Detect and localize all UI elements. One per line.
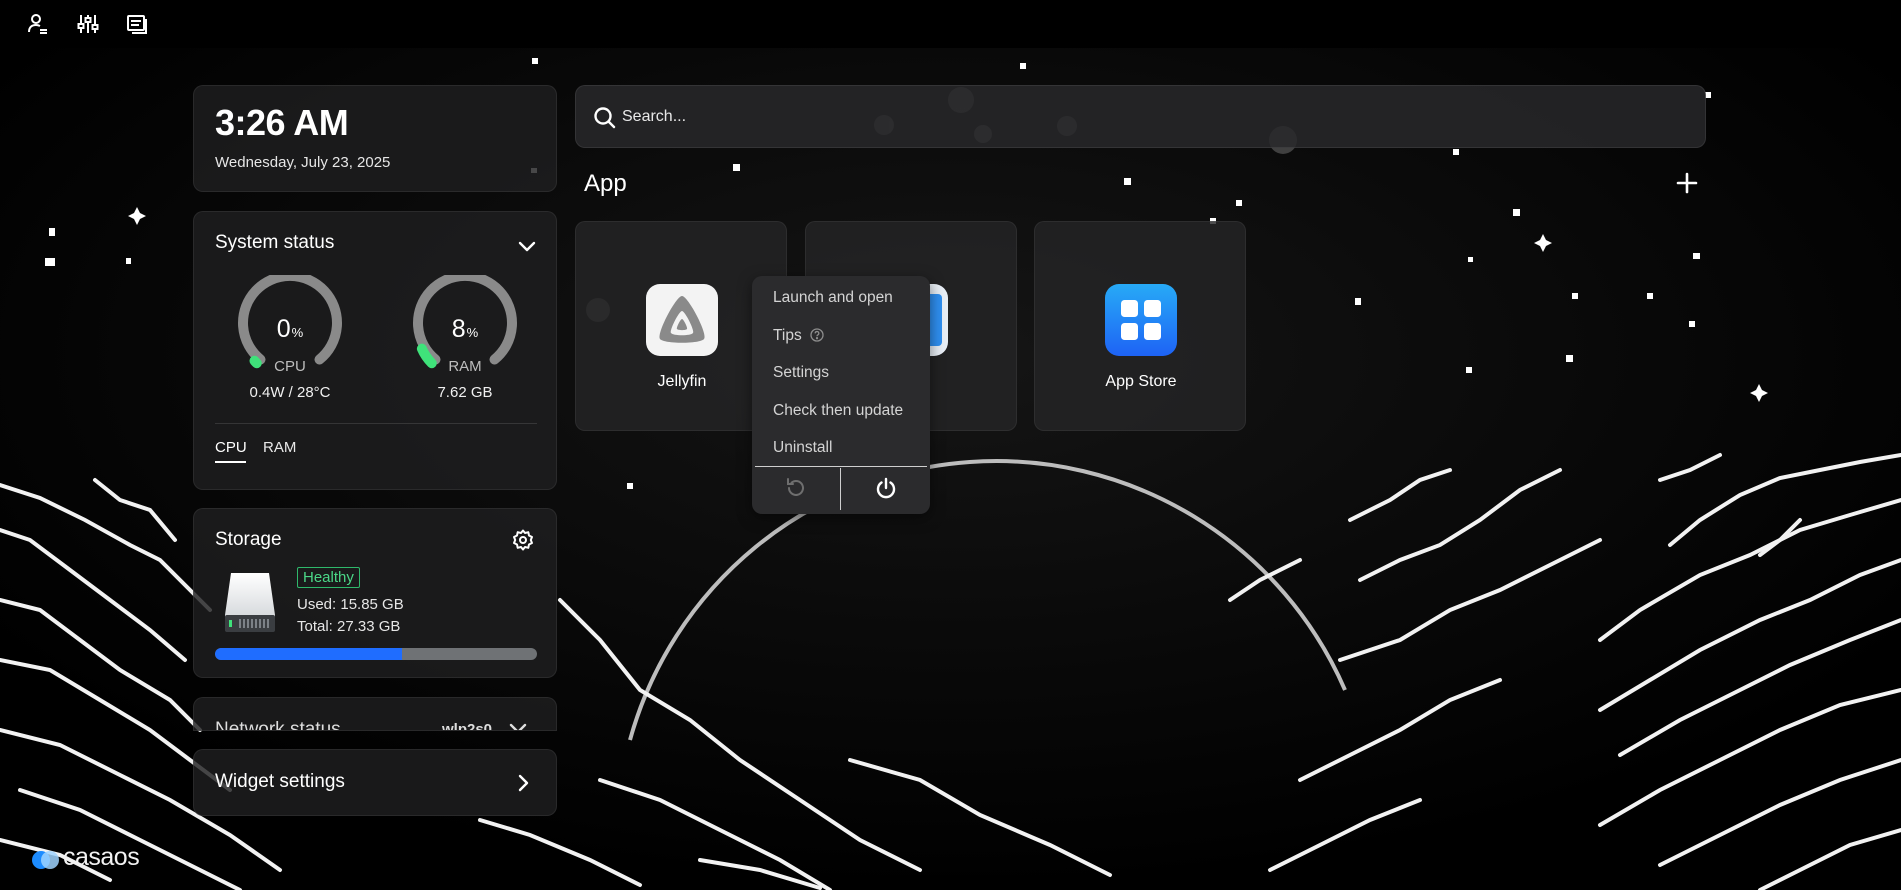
storage-title: Storage bbox=[215, 529, 282, 550]
app-store-icon bbox=[1105, 284, 1177, 356]
casaos-logo-text: casaos bbox=[63, 843, 140, 871]
cpu-power-temp: 0.4W / 28°C bbox=[249, 384, 331, 401]
menu-item-settings[interactable]: Settings bbox=[773, 364, 829, 382]
menu-divider bbox=[755, 466, 927, 467]
search-input[interactable] bbox=[622, 100, 1682, 134]
terminal-icon[interactable] bbox=[126, 13, 148, 35]
help-circle-icon bbox=[810, 328, 824, 347]
user-settings-icon[interactable] bbox=[27, 13, 49, 35]
clock-date: Wednesday, July 23, 2025 bbox=[215, 154, 391, 171]
health-badge: Healthy bbox=[297, 567, 360, 588]
jellyfin-icon bbox=[646, 284, 718, 356]
tab-ram[interactable]: RAM bbox=[263, 439, 296, 456]
network-status-widget: Network status wlp2s0 bbox=[193, 697, 557, 731]
cpu-label: CPU bbox=[274, 358, 306, 375]
cpu-percent-value: 0 bbox=[276, 315, 291, 343]
top-bar bbox=[0, 0, 1901, 48]
apps-heading: App bbox=[584, 170, 627, 197]
sliders-icon[interactable] bbox=[77, 13, 99, 35]
system-status-title: System status bbox=[215, 232, 335, 253]
ram-label: RAM bbox=[448, 358, 482, 375]
chevron-down-icon[interactable] bbox=[516, 235, 538, 257]
chevron-down-icon[interactable] bbox=[507, 717, 529, 730]
widget-settings-button[interactable]: Widget settings bbox=[193, 749, 557, 816]
gear-icon[interactable] bbox=[512, 529, 534, 551]
menu-item-tips[interactable]: Tips bbox=[773, 327, 824, 347]
menu-item-check-update[interactable]: Check then update bbox=[773, 402, 903, 420]
casaos-logo-icon bbox=[32, 851, 59, 869]
network-status-title: Network status bbox=[215, 719, 341, 731]
clock-time: 3:26 AM bbox=[215, 102, 349, 143]
menu-item-uninstall[interactable]: Uninstall bbox=[773, 439, 832, 457]
ram-usage: 7.62 GB bbox=[437, 384, 493, 401]
tab-cpu[interactable]: CPU bbox=[215, 439, 247, 456]
restart-icon[interactable] bbox=[784, 476, 808, 500]
app-context-menu: Launch and open Tips Settings Check then… bbox=[752, 276, 930, 514]
search-bar bbox=[575, 85, 1706, 148]
storage-progress-bar bbox=[215, 648, 537, 660]
add-app-button[interactable] bbox=[1674, 170, 1700, 196]
ram-percent-value: 8 bbox=[451, 315, 466, 343]
ram-percent-unit: % bbox=[466, 325, 479, 340]
app-tile-app-store[interactable]: App Store bbox=[1034, 221, 1246, 431]
menu-item-launch[interactable]: Launch and open bbox=[773, 289, 893, 307]
casaos-logo: casaos bbox=[31, 843, 151, 872]
storage-widget: Storage Healthy Used: 15.85 GB Total: 27… bbox=[193, 508, 557, 678]
chevron-right-icon bbox=[512, 772, 534, 794]
widget-settings-label: Widget settings bbox=[215, 771, 345, 792]
active-tab-indicator bbox=[215, 461, 246, 463]
storage-used: Used: 15.85 GB bbox=[297, 596, 404, 613]
menu-item-tips-label: Tips bbox=[773, 327, 802, 344]
system-status-widget: System status 0% CPU 0.4W / 28°C 8% RAM … bbox=[193, 211, 557, 490]
divider bbox=[215, 423, 537, 424]
cpu-percent-unit: % bbox=[291, 325, 304, 340]
clock-widget: 3:26 AM Wednesday, July 23, 2025 bbox=[193, 85, 557, 192]
search-icon bbox=[593, 106, 617, 130]
menu-divider-vertical bbox=[840, 468, 841, 510]
network-interface[interactable]: wlp2s0 bbox=[442, 721, 492, 730]
storage-total: Total: 27.33 GB bbox=[297, 618, 401, 635]
hard-drive-icon bbox=[223, 571, 277, 633]
app-name: App Store bbox=[1105, 373, 1177, 390]
storage-progress-fill bbox=[215, 648, 402, 660]
power-icon[interactable] bbox=[874, 476, 898, 500]
